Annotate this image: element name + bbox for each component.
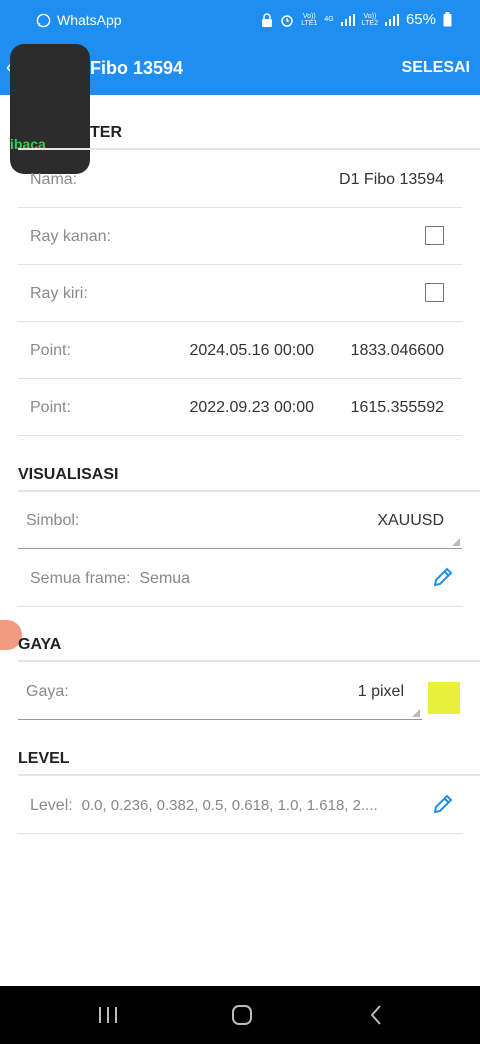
- frames-value: Semua: [139, 570, 191, 587]
- status-bar: WhatsApp Vo)) LTE1 4G Vo)) LTE2 65%: [0, 0, 480, 42]
- frames-label: Semua frame: Semua: [30, 570, 190, 588]
- style-value[interactable]: 1 pixel: [358, 683, 404, 701]
- home-icon[interactable]: [222, 1002, 262, 1028]
- network-gen: 4G: [324, 16, 334, 23]
- back-icon[interactable]: [356, 1002, 396, 1028]
- status-app: WhatsApp: [36, 12, 122, 28]
- network-1: Vo)) LTE1: [301, 12, 318, 27]
- row-symbol[interactable]: Simbol: XAUUSD: [18, 494, 462, 549]
- ray-left-checkbox[interactable]: [425, 283, 444, 302]
- lock-icon: [262, 12, 273, 27]
- row-point-2[interactable]: Point: 2022.09.23 00:00 1615.355592: [18, 381, 462, 436]
- ray-left-label: Ray kiri:: [30, 285, 88, 302]
- ray-right-checkbox[interactable]: [425, 226, 444, 245]
- row-frames[interactable]: Semua frame: Semua: [18, 552, 462, 607]
- style-label: Gaya:: [26, 683, 69, 700]
- level-value: 0.0, 0.236, 0.382, 0.5, 0.618, 1.0, 1.61…: [81, 797, 378, 814]
- status-icons: Vo)) LTE1 4G Vo)) LTE2 65%: [261, 11, 452, 28]
- row-level[interactable]: Level: 0.0, 0.236, 0.382, 0.5, 0.618, 1.…: [18, 779, 462, 834]
- battery-icon: [443, 12, 452, 27]
- row-style[interactable]: Gaya: 1 pixel: [18, 665, 422, 720]
- point-1-label: Point:: [30, 342, 71, 359]
- edit-level-pencil-icon[interactable]: [430, 791, 456, 822]
- row-ray-right[interactable]: Ray kanan:: [18, 210, 462, 265]
- name-value[interactable]: D1 Fibo 13594: [339, 171, 444, 189]
- section-header-gaya: GAYA: [18, 636, 62, 653]
- symbol-value[interactable]: XAUUSD: [377, 512, 444, 530]
- battery-percent: 65%: [405, 11, 436, 28]
- row-ray-left[interactable]: Ray kiri:: [18, 267, 462, 322]
- point-2-price[interactable]: 1615.355592: [351, 399, 444, 417]
- signal-1-icon: [340, 13, 355, 26]
- section-header-visualisasi: VISUALISASI: [18, 466, 119, 483]
- signal-2-icon: [384, 13, 399, 26]
- symbol-label: Simbol:: [26, 512, 80, 529]
- done-button[interactable]: SELESAI: [402, 59, 470, 77]
- dropdown-corner-icon: [412, 709, 420, 717]
- point-1-price[interactable]: 1833.046600: [351, 342, 444, 360]
- point-2-date[interactable]: 2022.09.23 00:00: [189, 399, 314, 417]
- system-nav-bar: [0, 986, 480, 1044]
- alarm-icon: [281, 14, 293, 27]
- point-1-date[interactable]: 2024.05.16 00:00: [189, 342, 314, 360]
- network-2: Vo)) LTE2: [361, 12, 378, 27]
- level-label-text: Level:: [30, 797, 73, 814]
- section-divider: [18, 774, 480, 776]
- section-divider: [18, 148, 480, 150]
- level-label: Level: 0.0, 0.236, 0.382, 0.5, 0.618, 1.…: [30, 797, 378, 815]
- section-divider: [18, 490, 480, 492]
- name-label: Nama:: [30, 171, 78, 188]
- row-point-1[interactable]: Point: 2024.05.16 00:00 1833.046600: [18, 324, 462, 379]
- frames-label-text: Semua frame:: [30, 570, 131, 587]
- whatsapp-icon: [36, 13, 51, 27]
- section-header-parameter: TER: [90, 124, 122, 141]
- section-divider: [18, 660, 480, 662]
- row-name[interactable]: Nama: D1 Fibo 13594: [18, 153, 462, 208]
- section-header-level: LEVEL: [18, 750, 70, 767]
- recents-icon[interactable]: [88, 1002, 128, 1028]
- dropdown-corner-icon: [452, 538, 460, 546]
- status-app-name: WhatsApp: [57, 12, 122, 28]
- point-2-label: Point:: [30, 399, 71, 416]
- edit-frames-pencil-icon[interactable]: [430, 564, 456, 595]
- ray-right-label: Ray kanan:: [30, 228, 111, 245]
- page-title: Fibo 13594: [90, 58, 184, 78]
- color-swatch[interactable]: [428, 682, 460, 714]
